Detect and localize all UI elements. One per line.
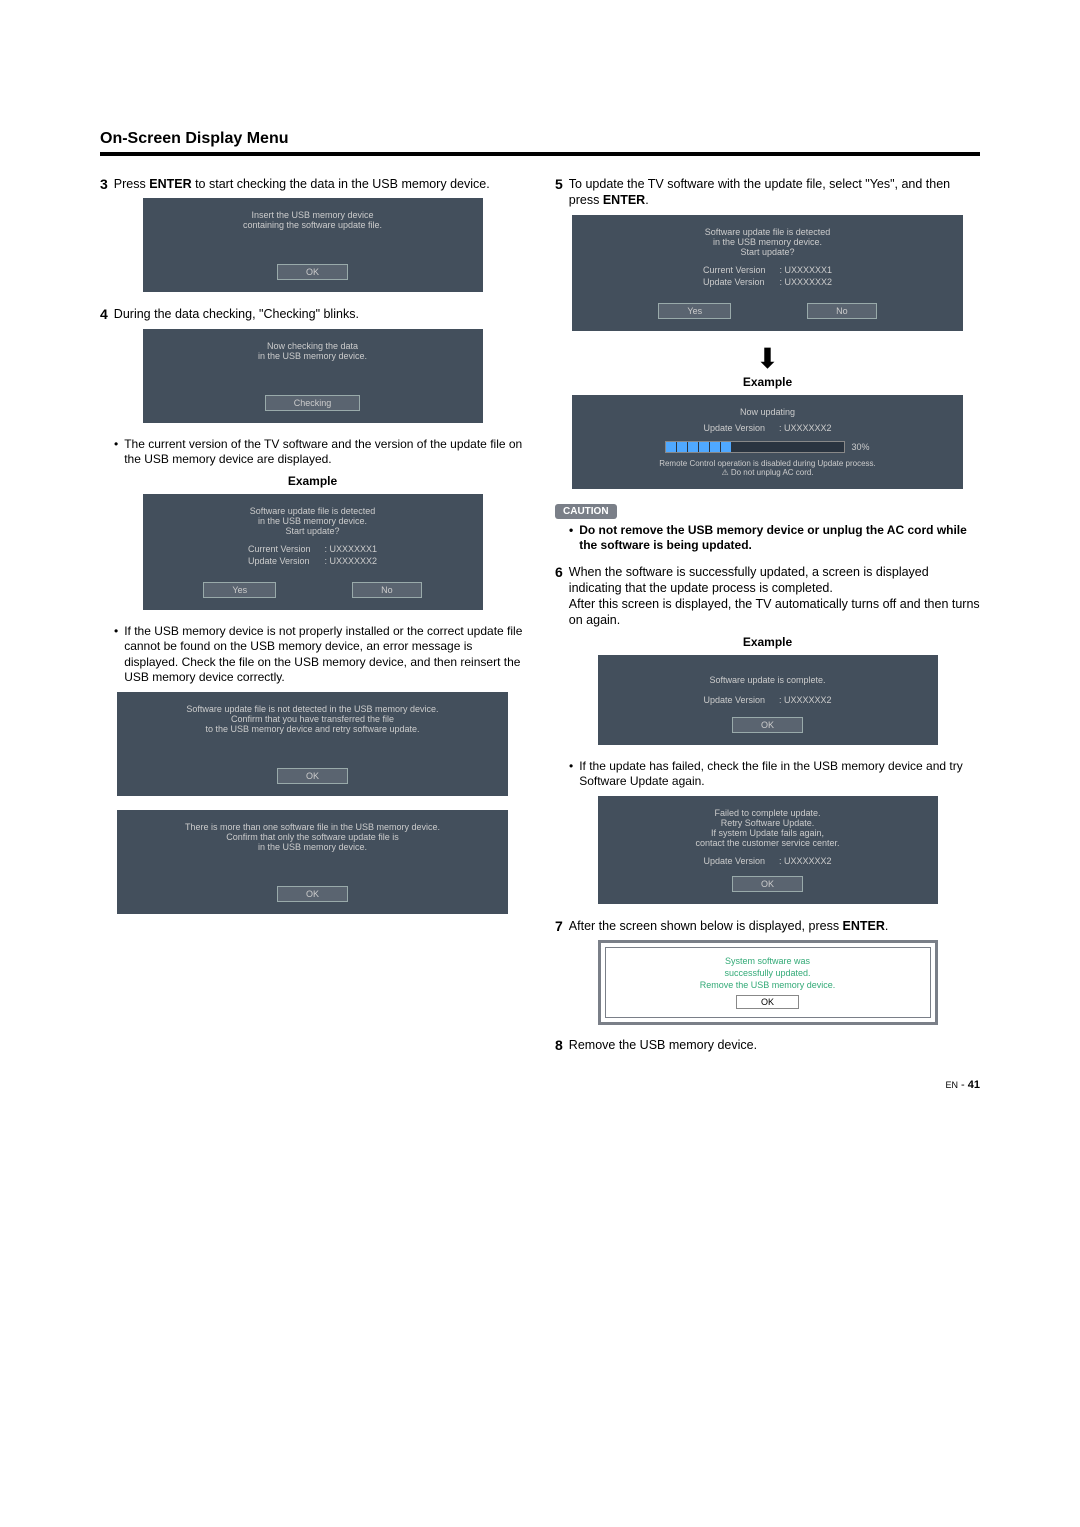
complete-message: Software update is complete. (608, 675, 928, 685)
update-version-label: Update Version (697, 423, 771, 433)
progress-bar (665, 441, 845, 453)
current-version-label: Current Version (242, 544, 317, 554)
update-version-value: : UXXXXXX2 (773, 856, 838, 866)
update-version-label: Update Version (697, 856, 771, 866)
ac-cord-note: ⚠ Do not unplug AC cord. (582, 468, 953, 477)
update-version-value: : UXXXXXX2 (773, 423, 838, 433)
step-text: When the software is successfully update… (569, 564, 980, 629)
update-version-value: : UXXXXXX2 (774, 277, 839, 287)
panel-success: System software wassuccessfully updated.… (605, 947, 931, 1018)
caution-tag: CAUTION (555, 504, 617, 519)
panel-now-updating: Now updating Update Version: UXXXXXX2 30… (572, 395, 963, 489)
bullet-text: If the update has failed, check the file… (579, 759, 980, 790)
arrow-down-icon: ⬇ (555, 345, 980, 373)
step-text: Press ENTER to start checking the data i… (114, 176, 490, 192)
page-number: EN - 41 (100, 1079, 980, 1091)
fail-message: Failed to complete update.Retry Software… (608, 808, 928, 848)
panel-error-not-detected: Software update file is not detected in … (117, 692, 508, 796)
panel-checking: Now checking the datain the USB memory d… (143, 329, 483, 423)
bullet-fail: If the update has failed, check the file… (569, 759, 980, 790)
step-text: Remove the USB memory device. (569, 1037, 757, 1053)
panel-failed: Failed to complete update.Retry Software… (598, 796, 938, 904)
panel-message: Software update file is not detected in … (127, 704, 498, 734)
step-6: 6 When the software is successfully upda… (555, 564, 980, 629)
current-version-value: : UXXXXXX1 (774, 265, 839, 275)
ok-button[interactable]: OK (277, 886, 348, 902)
ok-button[interactable]: OK (277, 768, 348, 784)
current-version-value: : UXXXXXX1 (319, 544, 384, 554)
panel-success-border: System software wassuccessfully updated.… (598, 940, 938, 1025)
update-version-label: Update Version (697, 695, 771, 705)
success-message: System software wassuccessfully updated.… (614, 956, 922, 991)
step-3: 3 Press ENTER to start checking the data… (100, 176, 525, 192)
step-number: 8 (555, 1037, 563, 1053)
bullet-text: If the USB memory device is not properly… (124, 624, 525, 686)
step-8: 8 Remove the USB memory device. (555, 1037, 980, 1053)
update-version-value: : UXXXXXX2 (773, 695, 838, 705)
current-version-label: Current Version (697, 265, 772, 275)
step-number: 6 (555, 564, 563, 629)
updating-label: Now updating (582, 407, 953, 417)
example-label: Example (555, 635, 980, 649)
panel-message: Insert the USB memory devicecontaining t… (153, 210, 473, 230)
progress: 30% (582, 441, 953, 453)
panel-start-update: Software update file is detectedin the U… (143, 494, 483, 610)
panel-message: Software update file is detectedin the U… (582, 227, 953, 257)
step-4: 4 During the data checking, "Checking" b… (100, 306, 525, 322)
version-table: Current Version: UXXXXXX1 Update Version… (695, 263, 840, 289)
update-version-value: : UXXXXXX2 (319, 556, 384, 566)
progress-percent: 30% (851, 442, 869, 452)
divider (100, 152, 980, 156)
step-number: 4 (100, 306, 108, 322)
lang-code: EN (945, 1080, 958, 1090)
ok-button[interactable]: OK (736, 995, 799, 1009)
version-table: Update Version: UXXXXXX2 (695, 693, 839, 707)
bullet-versions: The current version of the TV software a… (114, 437, 525, 468)
panel-message: There is more than one software file in … (127, 822, 498, 852)
version-table: Update Version: UXXXXXX2 (695, 421, 839, 435)
update-version-label: Update Version (242, 556, 317, 566)
ok-button[interactable]: OK (277, 264, 348, 280)
panel-message: Software update file is detectedin the U… (153, 506, 473, 536)
step-text: After the screen shown below is displaye… (569, 918, 889, 934)
panel-insert-usb: Insert the USB memory devicecontaining t… (143, 198, 483, 292)
right-column: 5 To update the TV software with the upd… (555, 176, 980, 1059)
left-column: 3 Press ENTER to start checking the data… (100, 176, 525, 1059)
checking-label: Checking (265, 395, 361, 411)
panel-error-multiple-files: There is more than one software file in … (117, 810, 508, 914)
ok-button[interactable]: OK (732, 876, 803, 892)
no-button[interactable]: No (807, 303, 877, 319)
example-label: Example (100, 474, 525, 488)
step-7: 7 After the screen shown below is displa… (555, 918, 980, 934)
no-button[interactable]: No (352, 582, 422, 598)
step-text: During the data checking, "Checking" bli… (114, 306, 359, 322)
bullet-error: If the USB memory device is not properly… (114, 624, 525, 686)
example-label: Example (555, 375, 980, 389)
step-number: 5 (555, 176, 563, 209)
version-table: Current Version: UXXXXXX1 Update Version… (240, 542, 385, 568)
yes-button[interactable]: Yes (658, 303, 731, 319)
step-number: 3 (100, 176, 108, 192)
yes-button[interactable]: Yes (203, 582, 276, 598)
panel-message: Now checking the datain the USB memory d… (153, 341, 473, 361)
page-title: On-Screen Display Menu (100, 130, 980, 148)
page-num-value: 41 (968, 1079, 980, 1091)
remote-disabled-note: Remote Control operation is disabled dur… (582, 459, 953, 468)
step-number: 7 (555, 918, 563, 934)
panel-complete: Software update is complete. Update Vers… (598, 655, 938, 745)
content-columns: 3 Press ENTER to start checking the data… (100, 176, 980, 1059)
step-text: To update the TV software with the updat… (569, 176, 980, 209)
step-5: 5 To update the TV software with the upd… (555, 176, 980, 209)
panel-confirm-update: Software update file is detectedin the U… (572, 215, 963, 331)
caution-text: Do not remove the USB memory device or u… (569, 523, 980, 554)
update-version-label: Update Version (697, 277, 772, 287)
ok-button[interactable]: OK (732, 717, 803, 733)
version-table: Update Version: UXXXXXX2 (695, 854, 839, 868)
bullet-text: The current version of the TV software a… (124, 437, 525, 468)
